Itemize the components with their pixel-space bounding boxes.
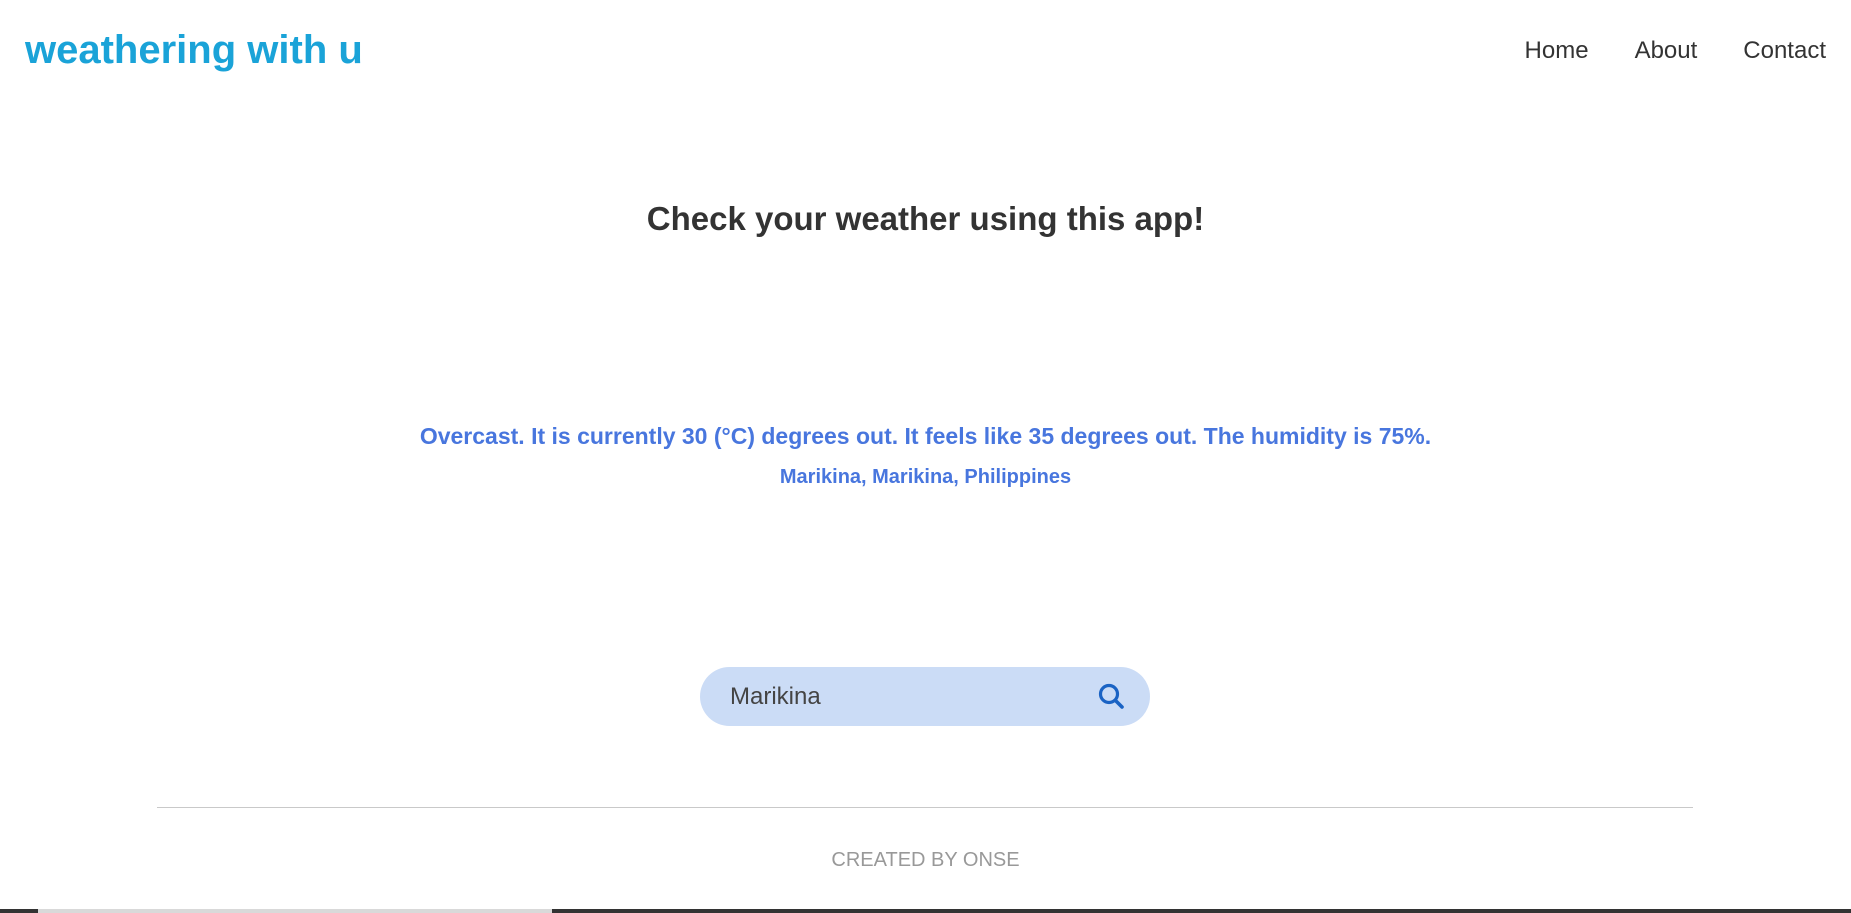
nav-links: Home About Contact (1525, 36, 1826, 66)
navbar: weathering with u Home About Contact (0, 0, 1851, 100)
bottom-edge-strip-light (38, 909, 552, 913)
nav-link-about[interactable]: About (1635, 36, 1698, 66)
nav-link-home[interactable]: Home (1525, 36, 1589, 66)
search-icon (1098, 683, 1124, 709)
footer-divider (157, 807, 1693, 808)
weather-location: Marikina, Marikina, Philippines (779, 466, 1072, 488)
search-input[interactable] (730, 667, 1060, 726)
brand-logo[interactable]: weathering with u (25, 27, 363, 73)
footer-credit: CREATED BY ONSE (831, 849, 1020, 871)
search-box (700, 667, 1150, 726)
nav-link-contact[interactable]: Contact (1743, 36, 1826, 66)
bottom-edge-strip (0, 909, 1851, 913)
search-button[interactable] (1096, 681, 1128, 713)
page-title: Check your weather using this app! (646, 200, 1205, 237)
page: weathering with u Home About Contact Che… (0, 0, 1851, 913)
weather-summary: Overcast. It is currently 30 (°C) degree… (419, 423, 1432, 449)
